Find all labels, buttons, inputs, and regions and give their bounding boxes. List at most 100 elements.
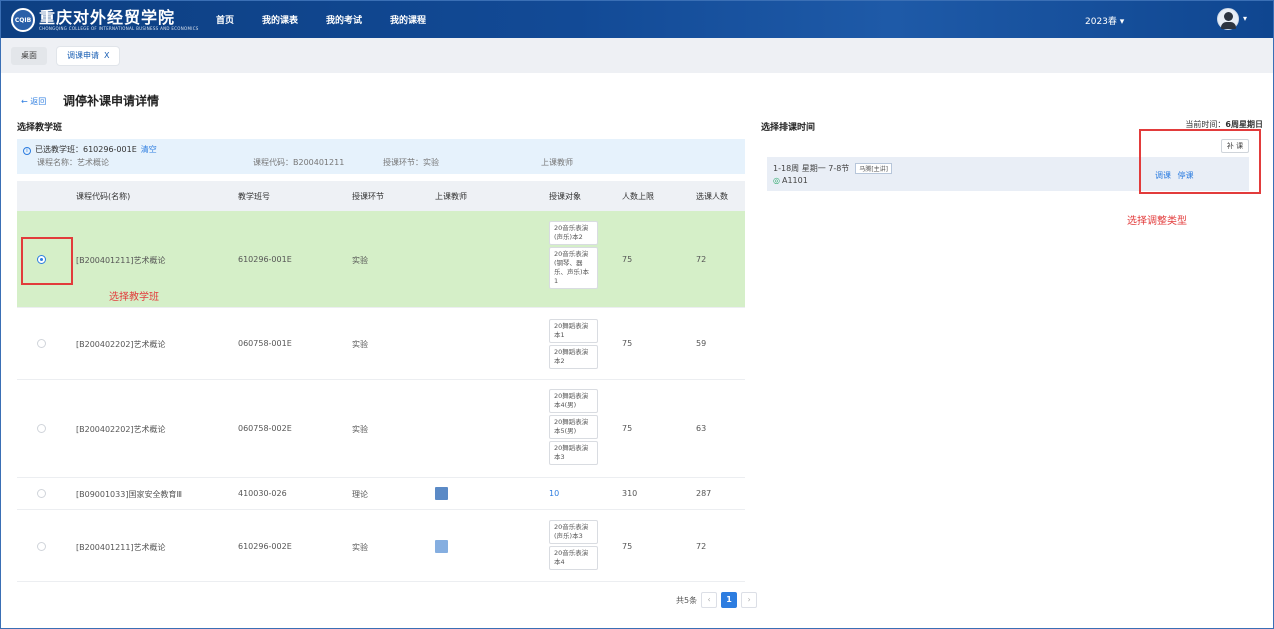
target-chip: 20舞蹈表演本5(男) [549,415,598,439]
course-name: [B200402202]艺术概论 [76,425,166,434]
pagination-total: 共5条 [676,595,698,605]
row-radio[interactable] [37,424,46,433]
capacity: 75 [622,255,633,264]
chevron-down-icon: ▾ [1119,17,1125,27]
chevron-down-icon[interactable]: ▾ [1243,14,1247,23]
row-radio[interactable] [37,542,46,551]
capacity: 310 [622,489,638,498]
class-table: 课程代码(名称) 教学班号 授课环节 上课教师 授课对象 人数上限 选课人数 [… [17,181,745,582]
target-list: 20音乐表演(声乐)本3 20音乐表演本4 [549,520,598,572]
th-course: 课程代码(名称) [76,192,131,201]
target-list: 20音乐表演(声乐)本2 20音乐表演(钢琴、器乐、声乐)本1 [549,221,598,291]
class-no: 410030-026 [238,489,287,498]
nav-my-timetable[interactable]: 我的课表 [262,13,298,26]
course-name-label: 课程名称：艺术概论 [37,158,109,167]
th-cap: 人数上限 [622,192,654,201]
class-no: 060758-002E [238,424,292,433]
th-teacher: 上课教师 [435,192,467,201]
info-icon: i [23,147,31,155]
target-chip: 20舞蹈表演本4(男) [549,389,598,413]
top-navbar: CQIB 重庆对外经贸学院 CHONGQING COLLEGE OF INTER… [1,1,1273,38]
main-content: ← 返回 调停补课申请详情 选择教学班 i 已选教学班：610296-001E 清空… [1,73,1273,628]
target-chip: 20音乐表演(声乐)本3 [549,520,598,544]
target-list: 20舞蹈表演本4(男) 20舞蹈表演本5(男) 20舞蹈表演本3 [549,389,598,467]
row-radio[interactable] [37,489,46,498]
class-no: 610296-001E [238,255,292,264]
teaching-link-label: 授课环节：实验 [383,158,439,167]
table-row[interactable]: [B200402202]艺术概论 060758-001E 实验 20舞蹈表演本1… [17,308,745,380]
course-name: [B200401211]艺术概论 [76,543,166,552]
enrolled-count: 287 [696,489,712,498]
teacher-label: 上课教师 [541,158,573,167]
nav-home[interactable]: 首页 [216,13,234,26]
selected-class-info: i 已选教学班：610296-001E 清空 课程名称：艺术概论 课程代码：B200… [17,139,745,174]
course-name: [B200401211]艺术概论 [76,256,166,265]
school-seal-icon: CQIB [11,8,35,32]
teacher-avatar [435,540,448,553]
current-time-label: 当前时间： [1185,120,1226,129]
teaching-link: 实验 [352,425,368,434]
table-row[interactable]: [B200402202]艺术概论 060758-002E 实验 20舞蹈表演本4… [17,380,745,478]
school-logo[interactable]: CQIB 重庆对外经贸学院 CHONGQING COLLEGE OF INTER… [11,8,199,32]
target-chip: 20舞蹈表演本2 [549,345,598,369]
class-no: 060758-001E [238,339,292,348]
course-name: [B200402202]艺术概论 [76,340,166,349]
page-1-button[interactable]: 1 [721,592,738,608]
course-name: [B09001033]国家安全教育Ⅲ [76,490,182,499]
tab-desktop[interactable]: 桌面 [11,47,47,65]
next-page-button[interactable]: › [741,592,758,608]
target-chip: 20舞蹈表演本3 [549,441,598,465]
main-nav: 首页 我的课表 我的考试 我的课程 [216,13,454,26]
section-title-select-class: 选择教学班 [17,123,63,133]
teacher-role-tag: 马腾[主讲] [855,163,892,174]
target-chip: 20音乐表演(声乐)本2 [549,221,598,245]
back-link[interactable]: ← 返回 [21,96,46,107]
capacity: 75 [622,339,633,348]
location-pin-icon: ◎ [773,176,780,185]
room-label: A1101 [781,176,808,185]
teaching-link: 实验 [352,340,368,349]
avatar[interactable] [1217,8,1239,30]
capacity: 75 [622,424,633,433]
th-count: 选课人数 [696,192,728,201]
th-class-no: 教学班号 [238,192,270,201]
teaching-link: 理论 [352,490,368,499]
capacity: 75 [622,542,633,551]
tab-strip: 桌面 调课申请 X [1,38,1273,73]
page-title: 调停补课申请详情 [63,94,160,108]
teacher-avatar [435,487,448,500]
tab-course-adjust[interactable]: 调课申请 X [57,47,120,65]
tab-label: 调课申请 [67,51,99,60]
annotation-select-type: 选择调整类型 [1127,216,1187,227]
table-row[interactable]: [B200401211]艺术概论 610296-002E 实验 20音乐表演(声… [17,510,745,582]
current-time-value: 6周星期日 [1225,120,1263,129]
clear-button[interactable]: 清空 [141,145,157,154]
target-count-link[interactable]: 10 [549,489,559,498]
class-no: 610296-002E [238,542,292,551]
teaching-link: 实验 [352,256,368,265]
target-chip: 20舞蹈表演本1 [549,319,598,343]
prev-page-button[interactable]: ‹ [701,592,718,608]
enrolled-count: 63 [696,424,707,433]
enrolled-count: 59 [696,339,707,348]
nav-my-courses[interactable]: 我的课程 [390,13,426,26]
target-chip: 20音乐表演本4 [549,546,598,570]
annotation-box-select-type [1139,129,1261,194]
enrolled-count: 72 [696,542,707,551]
row-radio[interactable] [37,339,46,348]
th-link: 授课环节 [352,192,384,201]
pagination: 共5条 ‹ 1 › [676,592,758,608]
table-row[interactable]: [B09001033]国家安全教育Ⅲ 410030-026 理论 10 310 … [17,478,745,510]
annotation-box-select-class [21,237,73,285]
teaching-link: 实验 [352,543,368,552]
close-icon[interactable]: X [104,51,109,60]
term-selector[interactable]: 2023春 ▾ [1085,14,1124,27]
th-target: 授课对象 [549,192,581,201]
school-name: 重庆对外经贸学院 [39,7,176,27]
section-title-select-time: 选择排课时间 [761,123,816,133]
annotation-select-class: 选择教学班 [109,292,159,303]
target-chip: 20音乐表演(钢琴、器乐、声乐)本1 [549,247,598,289]
nav-my-exams[interactable]: 我的考试 [326,13,362,26]
target-list: 20舞蹈表演本1 20舞蹈表演本2 [549,319,598,371]
school-name-en: CHONGQING COLLEGE OF INTERNATIONAL BUSIN… [39,25,199,31]
